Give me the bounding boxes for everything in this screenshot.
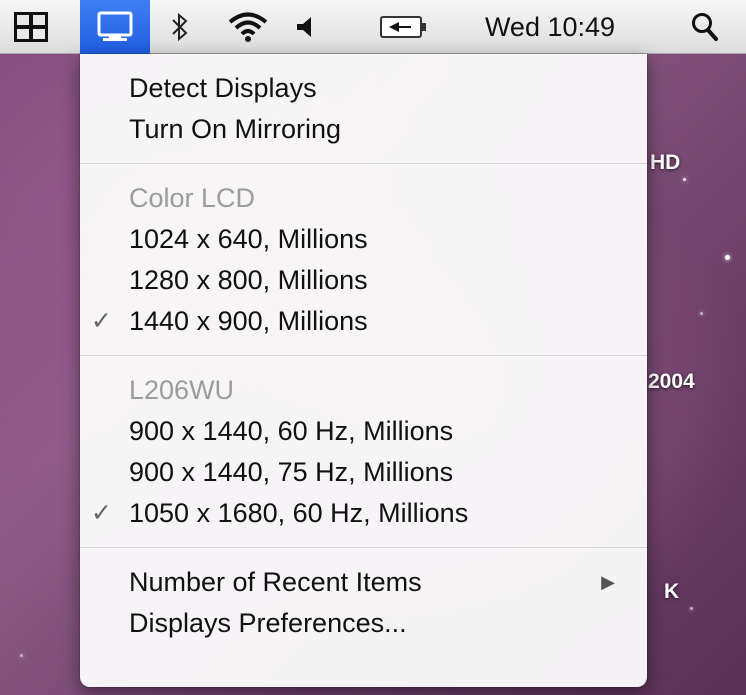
number-of-recent-items-item[interactable]: Number of Recent Items ▶ — [80, 562, 647, 603]
displays-dropdown-menu: Detect Displays Turn On Mirroring Color … — [80, 54, 647, 687]
resolution-label: 1280 x 800, Millions — [129, 265, 368, 295]
wifi-icon — [228, 12, 268, 42]
l206wu-header: L206WU — [129, 375, 235, 405]
menu-separator — [80, 355, 647, 356]
volume-menu-extra[interactable] — [284, 0, 324, 54]
spotlight-search-icon — [692, 13, 718, 41]
star-decoration — [20, 654, 23, 657]
desktop-label-2004: 2004 — [648, 370, 695, 393]
star-decoration — [725, 255, 730, 260]
desktop-label-k: K — [664, 580, 680, 603]
grid-icon — [14, 12, 48, 42]
checkmark-icon: ✓ — [91, 307, 112, 335]
resolution-label: 1440 x 900, Millions — [129, 306, 368, 336]
resolution-label: 1024 x 640, Millions — [129, 224, 368, 254]
resolution-item-1440x900[interactable]: ✓ 1440 x 900, Millions — [80, 301, 647, 342]
star-decoration — [683, 178, 686, 181]
battery-menu-extra[interactable] — [370, 0, 438, 54]
desktop-label-hd: HD — [650, 151, 681, 174]
resolution-item-1280x800[interactable]: 1280 x 800, Millions — [80, 260, 647, 301]
recent-items-label: Number of Recent Items — [129, 567, 422, 597]
resolution-item-1050x1680-60hz[interactable]: ✓ 1050 x 1680, 60 Hz, Millions — [80, 493, 647, 534]
resolution-label: 900 x 1440, 75 Hz, Millions — [129, 457, 454, 487]
detect-displays-item[interactable]: Detect Displays — [80, 68, 647, 109]
resolution-item-1024x640[interactable]: 1024 x 640, Millions — [80, 219, 647, 260]
battery-icon — [380, 16, 426, 38]
submenu-arrow-icon: ▶ — [601, 572, 615, 592]
displays-menu-extra[interactable] — [80, 0, 150, 54]
menu-separator — [80, 163, 647, 164]
display-icon — [97, 11, 133, 41]
bluetooth-menu-extra[interactable] — [160, 0, 200, 54]
bluetooth-icon — [172, 12, 188, 42]
color-lcd-header: Color LCD — [129, 183, 256, 213]
resolution-label: 1050 x 1680, 60 Hz, Millions — [129, 498, 469, 528]
checkmark-icon: ✓ — [91, 499, 112, 527]
menubar-clock[interactable]: Wed 10:49 — [452, 0, 648, 54]
volume-icon — [297, 17, 311, 37]
spotlight-menu-extra[interactable] — [680, 0, 730, 54]
resolution-item-900x1440-75hz[interactable]: 900 x 1440, 75 Hz, Millions — [80, 452, 647, 493]
menu-separator — [80, 547, 647, 548]
resolution-label: 900 x 1440, 60 Hz, Millions — [129, 416, 454, 446]
grid-menu-extra[interactable] — [12, 0, 50, 54]
star-decoration — [700, 312, 703, 315]
resolution-item-900x1440-60hz[interactable]: 900 x 1440, 60 Hz, Millions — [80, 411, 647, 452]
displays-preferences-item[interactable]: Displays Preferences... — [80, 603, 647, 644]
menu-bar: Wed 10:49 — [0, 0, 746, 54]
turn-on-mirroring-item[interactable]: Turn On Mirroring — [80, 109, 647, 150]
wifi-menu-extra[interactable] — [222, 0, 274, 54]
star-decoration — [690, 607, 693, 610]
